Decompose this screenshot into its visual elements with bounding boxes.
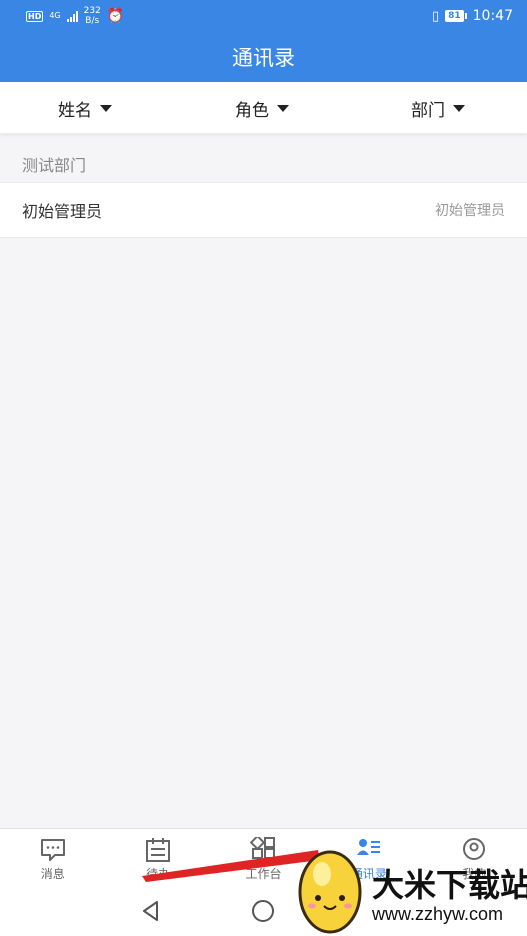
nav-item-contacts[interactable]: 通讯录 [316, 829, 421, 886]
app-header: 通讯录 [0, 32, 527, 82]
back-icon[interactable] [138, 898, 164, 924]
system-nav-bar [0, 886, 527, 936]
contact-role: 初始管理员 [435, 203, 505, 219]
contact-name: 初始管理员 [22, 202, 103, 221]
nav-label: 待办 [146, 867, 171, 881]
caret-down-icon [453, 104, 465, 112]
nav-label: 我的 [462, 867, 487, 881]
filter-bar: 姓名 角色 部门 [0, 82, 527, 134]
filter-role-dropdown[interactable]: 角色 [235, 82, 289, 134]
department-name: 测试部门 [22, 156, 87, 175]
alarm-icon: ⏰ [106, 8, 125, 24]
nav-item-workbench[interactable]: 工作台 [211, 829, 316, 886]
bottom-nav: 消息 待办 工作台 通讯录 我的 [0, 828, 527, 886]
contact-row[interactable]: 初始管理员 初始管理员 [0, 182, 527, 238]
hd-indicator: HD [26, 10, 44, 22]
red-annotation-stroke [142, 850, 320, 882]
status-bar: HD 4G 232 B/s ⏰ ▯ 81 10:47 [0, 0, 527, 32]
filter-department-label: 部门 [411, 100, 445, 121]
status-time: 10:47 [472, 8, 513, 24]
nav-label: 工作台 [245, 867, 282, 881]
battery-icon: 81 [445, 10, 467, 22]
filter-department-dropdown[interactable]: 部门 [411, 82, 465, 134]
department-group-header: 测试部门 [0, 146, 527, 182]
home-icon[interactable] [250, 898, 276, 924]
nav-label: 通讯录 [350, 867, 387, 881]
profile-icon [463, 838, 486, 860]
nav-item-todo[interactable]: 待办 [105, 829, 210, 886]
nav-label: 消息 [40, 867, 65, 881]
caret-down-icon [100, 104, 112, 112]
calendar-icon [146, 838, 171, 862]
vibrate-icon: ▯ [431, 8, 440, 24]
battery-level: 81 [445, 10, 464, 22]
filter-name-dropdown[interactable]: 姓名 [58, 82, 112, 134]
page-title: 通讯录 [232, 46, 295, 70]
network-speed: 232 B/s [83, 6, 101, 26]
signal-icon [66, 10, 78, 22]
network-type: 4G [49, 11, 61, 20]
message-icon [40, 839, 65, 861]
caret-down-icon [277, 104, 289, 112]
nav-item-messages[interactable]: 消息 [0, 829, 105, 886]
contacts-icon [356, 839, 380, 855]
grid-icon [249, 837, 275, 859]
filter-role-label: 角色 [235, 100, 269, 121]
filter-name-label: 姓名 [58, 100, 92, 121]
nav-item-profile[interactable]: 我的 [422, 829, 527, 886]
